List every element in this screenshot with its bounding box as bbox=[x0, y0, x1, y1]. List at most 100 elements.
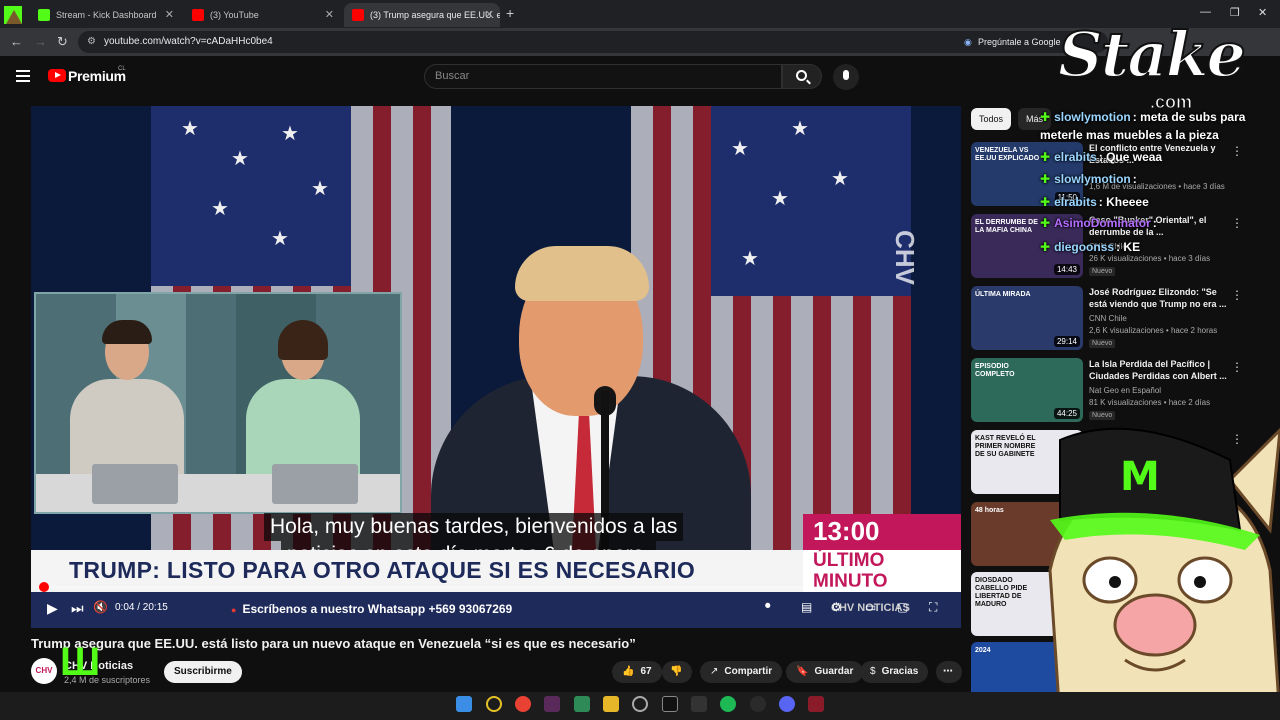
chat-username[interactable]: diegoonss bbox=[1054, 240, 1114, 254]
chat-username[interactable]: slowlymotion bbox=[1054, 172, 1131, 186]
reload-button[interactable]: ↻ bbox=[57, 34, 68, 50]
search-input[interactable]: Buscar bbox=[424, 64, 782, 89]
youtube-logo-icon[interactable] bbox=[48, 69, 66, 82]
progress-scrubber[interactable] bbox=[38, 582, 49, 592]
chat-text: : bbox=[1132, 172, 1137, 186]
app-icon[interactable] bbox=[808, 696, 824, 712]
obs-icon[interactable] bbox=[632, 696, 648, 712]
recommendation-thumbnail[interactable]: EPISODIO COMPLETO 44:25 bbox=[971, 358, 1083, 422]
play-icon[interactable]: ▶ bbox=[47, 600, 58, 617]
captions-icon[interactable]: ▤ bbox=[801, 600, 812, 614]
thumbs-down-icon: 👎 bbox=[670, 666, 683, 677]
thumbnail-text: VENEZUELA VS EE.UU EXPLICADO bbox=[975, 147, 1040, 162]
subscriber-badge-icon: ✚ bbox=[1040, 150, 1051, 164]
recommendation-thumbnail[interactable]: ÚLTIMA MIRADA 29:14 bbox=[971, 286, 1083, 350]
more-options-icon[interactable]: ⋮ bbox=[1231, 216, 1243, 230]
close-icon[interactable]: ✕ bbox=[325, 8, 334, 21]
monster-logo: Ш bbox=[60, 640, 101, 684]
star: ★ bbox=[731, 138, 749, 160]
close-window-button[interactable]: ✕ bbox=[1258, 6, 1267, 19]
save-button[interactable]: 🔖 Guardar bbox=[786, 661, 864, 683]
thanks-button[interactable]: $ Gracias bbox=[860, 661, 929, 683]
menu-icon[interactable] bbox=[16, 70, 30, 82]
chip-todos[interactable]: Todos bbox=[971, 108, 1012, 130]
search-button[interactable] bbox=[782, 64, 822, 89]
duration-badge: 44:25 bbox=[1053, 408, 1080, 419]
app-icon[interactable] bbox=[544, 696, 560, 712]
channel-avatar[interactable]: CHV bbox=[31, 658, 57, 684]
dislike-button[interactable]: 👎 bbox=[662, 661, 692, 683]
more-options-icon[interactable]: ⋮ bbox=[1231, 144, 1243, 158]
tab-trump-video[interactable]: (3) Trump asegura que EE.UU. e ✕ bbox=[344, 3, 500, 27]
duration-badge: 29:14 bbox=[1053, 336, 1080, 347]
capcut-icon[interactable] bbox=[662, 696, 678, 712]
thumbnail-text: EPISODIO COMPLETO bbox=[975, 363, 1015, 378]
recommendation-channel[interactable]: Nat Geo en Español bbox=[1089, 386, 1161, 395]
close-icon[interactable]: ✕ bbox=[165, 8, 174, 21]
discord-icon[interactable] bbox=[779, 696, 795, 712]
thumbnail-text: ÚLTIMA MIRADA bbox=[975, 291, 1031, 298]
chat-username[interactable]: slowlymotion bbox=[1054, 110, 1131, 124]
chat-username[interactable]: AsimoDominator bbox=[1054, 216, 1151, 230]
app-icon[interactable] bbox=[486, 696, 502, 712]
thanks-icon: $ bbox=[870, 666, 876, 677]
recommendation-title[interactable]: José Rodríguez Elizondo: "Se está viendo… bbox=[1089, 286, 1229, 310]
back-button[interactable]: ← bbox=[10, 34, 23, 49]
new-tab-button[interactable]: + bbox=[506, 5, 514, 21]
chat-message: ✚ AsimoDominator: bbox=[1040, 216, 1157, 230]
country-code: CL bbox=[118, 66, 126, 72]
chrome-icon[interactable] bbox=[515, 696, 531, 712]
subscriber-badge-icon: ✚ bbox=[1040, 216, 1051, 230]
star: ★ bbox=[211, 198, 229, 220]
spotify-icon[interactable] bbox=[720, 696, 736, 712]
recommendation-channel[interactable]: CNN Chile bbox=[1089, 314, 1127, 323]
progress-bar[interactable] bbox=[41, 586, 951, 589]
recommendation-item[interactable]: EPISODIO COMPLETO 44:25 La Isla Perdida de… bbox=[971, 358, 1271, 422]
subscriber-badge-icon: ✚ bbox=[1040, 195, 1051, 209]
app-icon[interactable] bbox=[691, 696, 707, 712]
like-button[interactable]: 👍 67 bbox=[612, 661, 662, 683]
tab-youtube[interactable]: (3) YouTube ✕ bbox=[184, 3, 340, 27]
settings-icon[interactable]: ⚙ bbox=[831, 600, 842, 614]
miniplayer-icon[interactable]: ▭ bbox=[865, 600, 876, 614]
chat-text: meterle mas muebles a la pieza bbox=[1040, 128, 1219, 142]
theater-icon[interactable]: ▢ bbox=[897, 600, 908, 614]
new-badge: Nuevo bbox=[1089, 267, 1116, 276]
star: ★ bbox=[181, 118, 199, 140]
volume-icon[interactable]: 🔇 bbox=[93, 600, 108, 614]
laptop bbox=[272, 464, 358, 504]
address-bar[interactable]: ⚙ youtube.com/watch?v=cADaHHc0be4 bbox=[78, 31, 1108, 53]
fullscreen-icon[interactable]: ⛶ bbox=[929, 600, 937, 615]
site-info-icon[interactable]: ⚙ bbox=[87, 31, 96, 53]
more-options-icon[interactable]: ⋮ bbox=[1231, 288, 1243, 302]
tab-kick-dashboard[interactable]: Stream - Kick Dashboard ✕ bbox=[30, 3, 180, 27]
steam-icon[interactable] bbox=[750, 696, 766, 712]
star: ★ bbox=[791, 118, 809, 140]
search-icon bbox=[796, 70, 807, 81]
more-actions-button[interactable]: ⋯ bbox=[936, 661, 962, 683]
recommendation-item[interactable]: ÚLTIMA MIRADA 29:14 José Rodríguez Elizond… bbox=[971, 286, 1271, 350]
ask-google-button[interactable]: ◉ Pregúntale a Google bbox=[958, 32, 1069, 52]
share-button[interactable]: ↗ Compartir bbox=[700, 661, 783, 683]
next-icon[interactable]: ⏭ bbox=[71, 600, 84, 617]
close-icon[interactable]: ✕ bbox=[485, 8, 494, 21]
app-icon[interactable] bbox=[574, 696, 590, 712]
chat-message: ✚ elrabits: Que weaa bbox=[1040, 150, 1162, 164]
autoplay-toggle[interactable]: ⏺ bbox=[765, 600, 771, 613]
video-player[interactable]: ★ ★ ★ ★ ★ ★ ★ ★ ★ ★ ★ CHV Hola, muy buen… bbox=[31, 106, 961, 628]
file-explorer-icon[interactable] bbox=[603, 696, 619, 712]
whatsapp-ticker: Escríbenos a nuestro Whatsapp +569 93067… bbox=[231, 602, 512, 616]
minimize-button[interactable]: — bbox=[1200, 6, 1211, 18]
subscriber-badge-icon: ✚ bbox=[1040, 110, 1051, 124]
chat-message: meterle mas muebles a la pieza bbox=[1040, 128, 1219, 142]
speaker-hair bbox=[515, 246, 649, 301]
chat-username[interactable]: elrabits bbox=[1054, 195, 1097, 209]
subscribe-button[interactable]: Suscribirme bbox=[164, 661, 242, 683]
recommendation-title[interactable]: La Isla Perdida del Pacífico | Ciudades … bbox=[1089, 358, 1229, 382]
forward-button[interactable]: → bbox=[34, 34, 47, 49]
start-icon[interactable] bbox=[456, 696, 472, 712]
more-options-icon[interactable]: ⋮ bbox=[1231, 360, 1243, 374]
voice-search-button[interactable] bbox=[833, 64, 859, 90]
chat-text: : Kheeee bbox=[1098, 195, 1149, 209]
chat-username[interactable]: elrabits bbox=[1054, 150, 1097, 164]
